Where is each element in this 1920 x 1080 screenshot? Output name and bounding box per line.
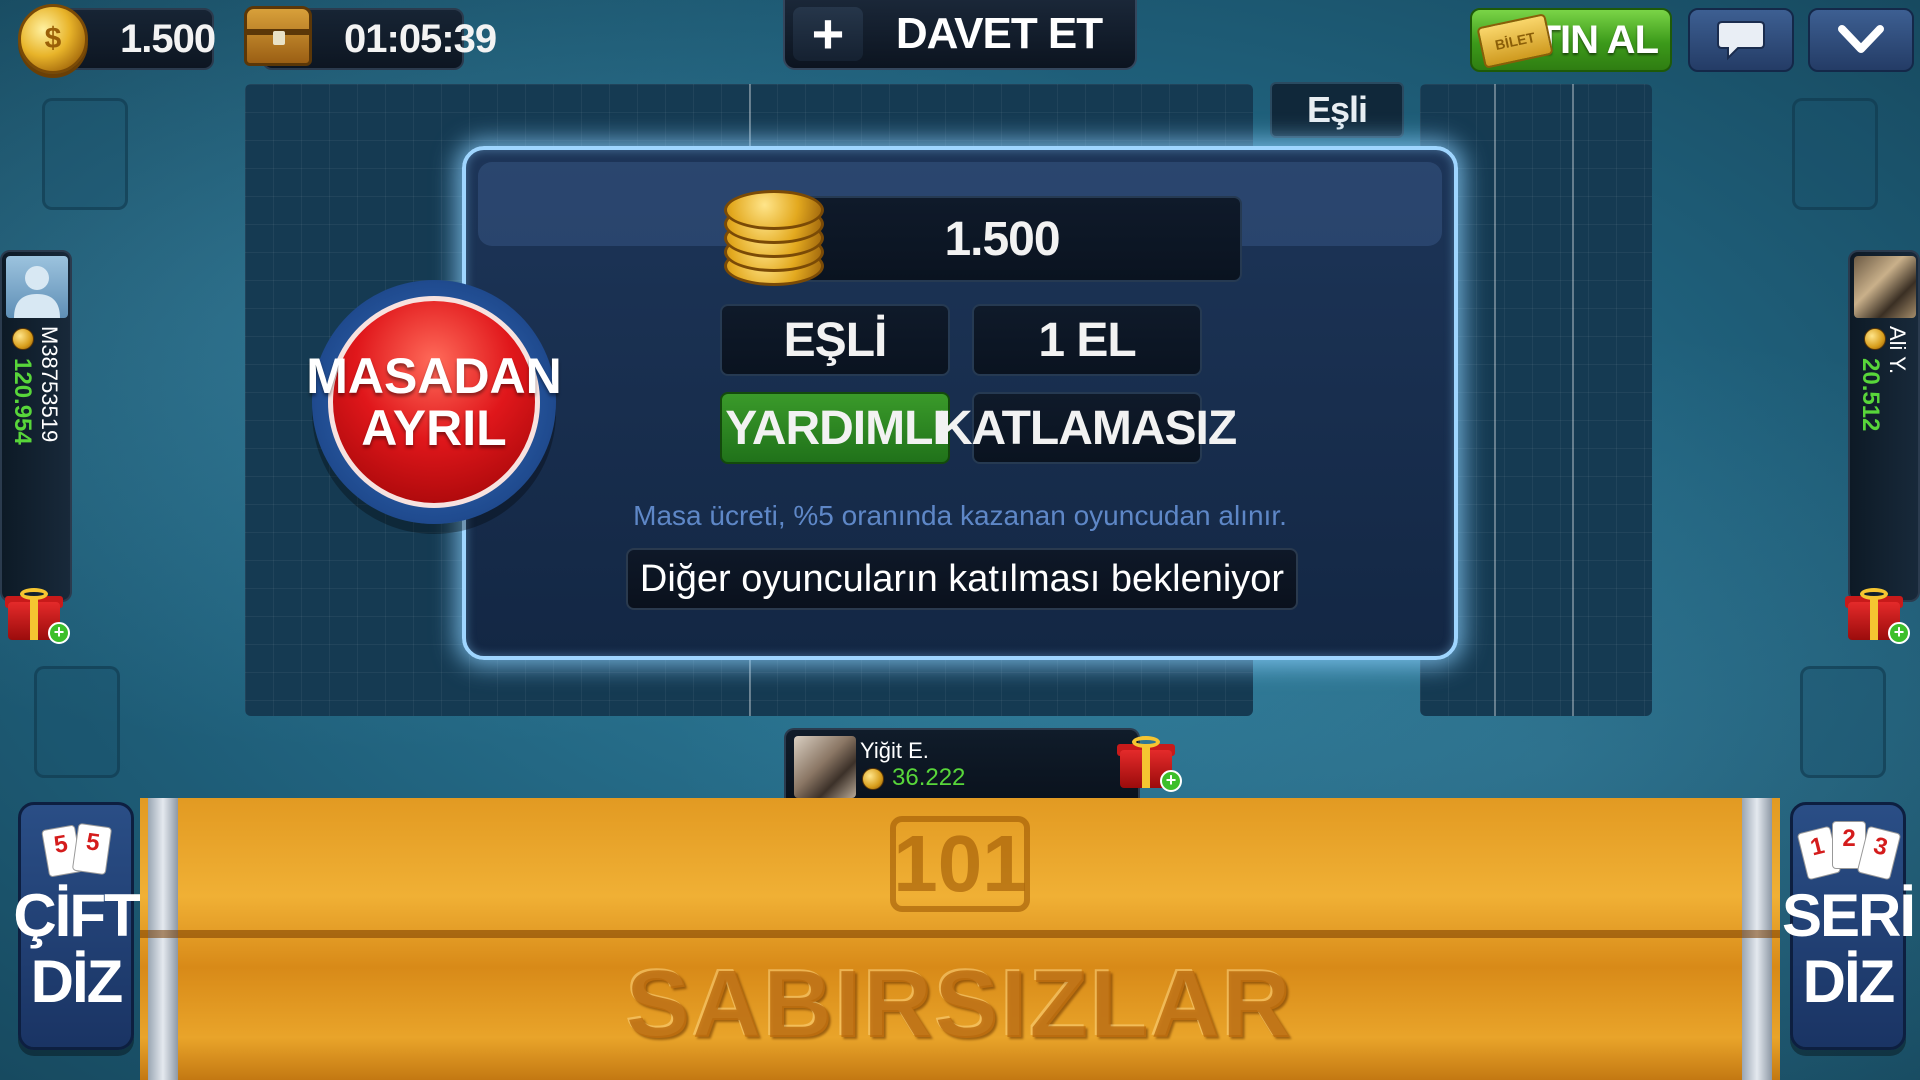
fee-note: Masa ücreti, %5 oranında kazanan oyuncud… xyxy=(633,500,1287,531)
run-arrange-button[interactable]: 1 2 3 SERİ DİZ xyxy=(1782,802,1916,1050)
avatar xyxy=(1854,256,1916,318)
leave-label-line1: MASADAN xyxy=(306,347,562,404)
pair-arrange-button[interactable]: 5 5 ÇİFT DİZ xyxy=(13,802,141,1050)
game-logo: 101 xyxy=(890,816,1030,912)
doubling-badge: KATLAMASIZ xyxy=(938,392,1237,464)
run-arrange-line2: DİZ xyxy=(1802,948,1896,1015)
table-mode-tag: Eşli xyxy=(1270,82,1404,138)
tile-rack[interactable]: 101 SABIRSIZLAR xyxy=(140,798,1780,1080)
gift-icon[interactable]: + xyxy=(1117,736,1182,792)
cards-icon: 5 5 xyxy=(31,819,121,883)
buy-button[interactable]: BİLET SATIN AL xyxy=(1470,8,1672,72)
player-right[interactable]: Ali Y. 20.512 xyxy=(1848,250,1920,602)
chat-button[interactable] xyxy=(1688,8,1794,72)
pair-arrange-line2: DİZ xyxy=(30,948,124,1015)
tile-slot[interactable] xyxy=(34,666,120,778)
mode-badge: EŞLİ xyxy=(720,304,950,376)
leave-table-face: MASADAN AYRIL xyxy=(306,296,562,508)
rounds-badge: 1 EL xyxy=(972,304,1202,376)
chest-timer-value: 01:05:39 xyxy=(344,16,497,61)
player-right-name: Ali Y. xyxy=(1885,326,1910,375)
player-left[interactable]: M38753519 120.954 xyxy=(0,250,72,602)
rack-brand: SABIRSIZLAR xyxy=(626,951,1294,1058)
tile-slot[interactable] xyxy=(1792,98,1878,210)
chat-icon xyxy=(1717,21,1765,61)
treasure-chest-icon[interactable] xyxy=(244,6,312,66)
cards-icon: 1 2 3 xyxy=(1796,819,1902,883)
coin-icon xyxy=(12,328,34,350)
player-bottom-name: Yiğit E. xyxy=(860,738,929,763)
plus-icon: + xyxy=(793,6,863,62)
default-avatar-icon xyxy=(14,266,60,318)
coin-stack-icon xyxy=(724,188,828,288)
leave-table-button[interactable]: MASADAN AYRIL xyxy=(306,280,562,524)
run-arrange-line1: SERİ xyxy=(1781,882,1916,949)
invite-button[interactable]: + DAVET ET xyxy=(783,0,1137,70)
gift-icon[interactable]: + xyxy=(1845,588,1910,644)
assist-badge: YARDIMLI xyxy=(720,392,950,464)
table-info-dialog: 1.500 EŞLİ 1 EL YARDIMLI KATLAMASIZ Masa… xyxy=(462,146,1458,660)
player-bottom[interactable]: Yiğit E. 36.222 xyxy=(784,728,1140,800)
chevron-down-icon xyxy=(1838,25,1884,53)
tile-slot[interactable] xyxy=(1800,666,1886,778)
coin-icon xyxy=(1864,328,1886,350)
tile-slot[interactable] xyxy=(42,98,128,210)
player-left-coins: 120.954 xyxy=(9,358,36,445)
player-bottom-coins: 36.222 xyxy=(892,764,966,791)
waiting-status: Diğer oyuncuların katılması bekleniyor xyxy=(626,548,1298,610)
player-right-coins: 20.512 xyxy=(1857,358,1884,432)
invite-label: DAVET ET xyxy=(895,9,1103,58)
avatar xyxy=(794,736,856,798)
menu-dropdown-button[interactable] xyxy=(1808,8,1914,72)
stake-value: 1.500 xyxy=(762,196,1242,282)
pair-arrange-line1: ÇİFT xyxy=(13,882,140,949)
gift-icon[interactable]: + xyxy=(5,588,70,644)
avatar xyxy=(6,256,68,318)
leave-label-line2: AYRIL xyxy=(361,400,507,456)
coin-stack-icon xyxy=(18,4,88,74)
player-left-name: M38753519 xyxy=(37,326,62,443)
coin-icon xyxy=(862,768,884,790)
coin-balance-value: 1.500 xyxy=(120,16,216,61)
